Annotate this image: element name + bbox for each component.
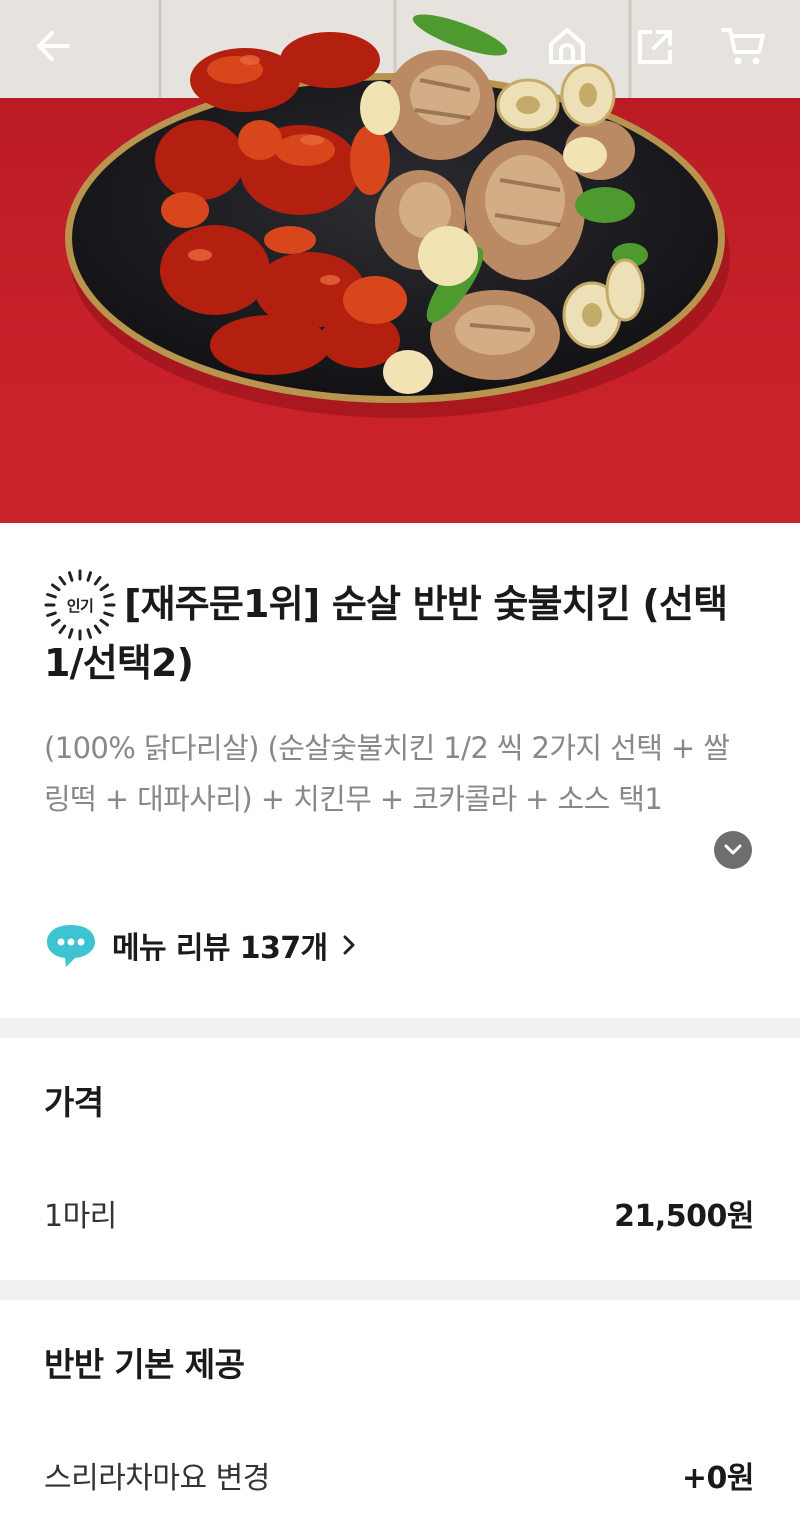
price-row: 1마리 21,500원	[44, 1188, 754, 1238]
back-button[interactable]	[30, 22, 78, 70]
cart-button[interactable]	[720, 22, 768, 70]
section-divider	[0, 1280, 800, 1300]
menu-review-label: 메뉴 리뷰 137개	[112, 931, 328, 966]
product-title: [재주문1위] 순살 반반 숯불치킨 (선택1/선택2)	[44, 582, 728, 685]
product-info-section: 인기 [재주문1위] 순살 반반 숯불치킨 (선택1/선택2) (100% 닭다…	[0, 523, 800, 1018]
price-section-title: 가격	[44, 1083, 104, 1122]
chat-bubble-icon	[47, 925, 95, 967]
half-half-default-option-section: 반반 기본 제공 스리라차마요 변경 +0원	[0, 1300, 800, 1533]
price-value: 21,500원	[614, 1199, 754, 1234]
menu-review-link[interactable]: 메뉴 리뷰 137개	[44, 919, 356, 971]
home-icon	[549, 28, 585, 64]
option-section-title: 반반 기본 제공	[44, 1345, 245, 1384]
option-price: +0원	[681, 1461, 755, 1496]
chevron-right-icon	[342, 934, 356, 956]
option-row[interactable]: 스리라차마요 변경 +0원	[44, 1450, 755, 1500]
product-description: (100% 닭다리살) (순살숯불치킨 1/2 씩 2가지 선택 + 쌀링떡 +…	[44, 731, 730, 816]
share-icon	[638, 30, 672, 64]
top-navigation-bar	[0, 0, 800, 100]
section-divider	[0, 1018, 800, 1038]
home-button[interactable]	[543, 22, 591, 70]
price-option-label: 1마리	[44, 1199, 117, 1234]
expand-description-button[interactable]	[714, 831, 752, 869]
back-arrow-icon	[37, 31, 70, 61]
chevron-down-icon	[724, 844, 742, 855]
cart-icon	[721, 28, 765, 65]
share-button[interactable]	[632, 22, 680, 70]
price-section: 가격 1마리 21,500원	[0, 1038, 800, 1280]
option-label: 스리라차마요 변경	[44, 1461, 270, 1496]
